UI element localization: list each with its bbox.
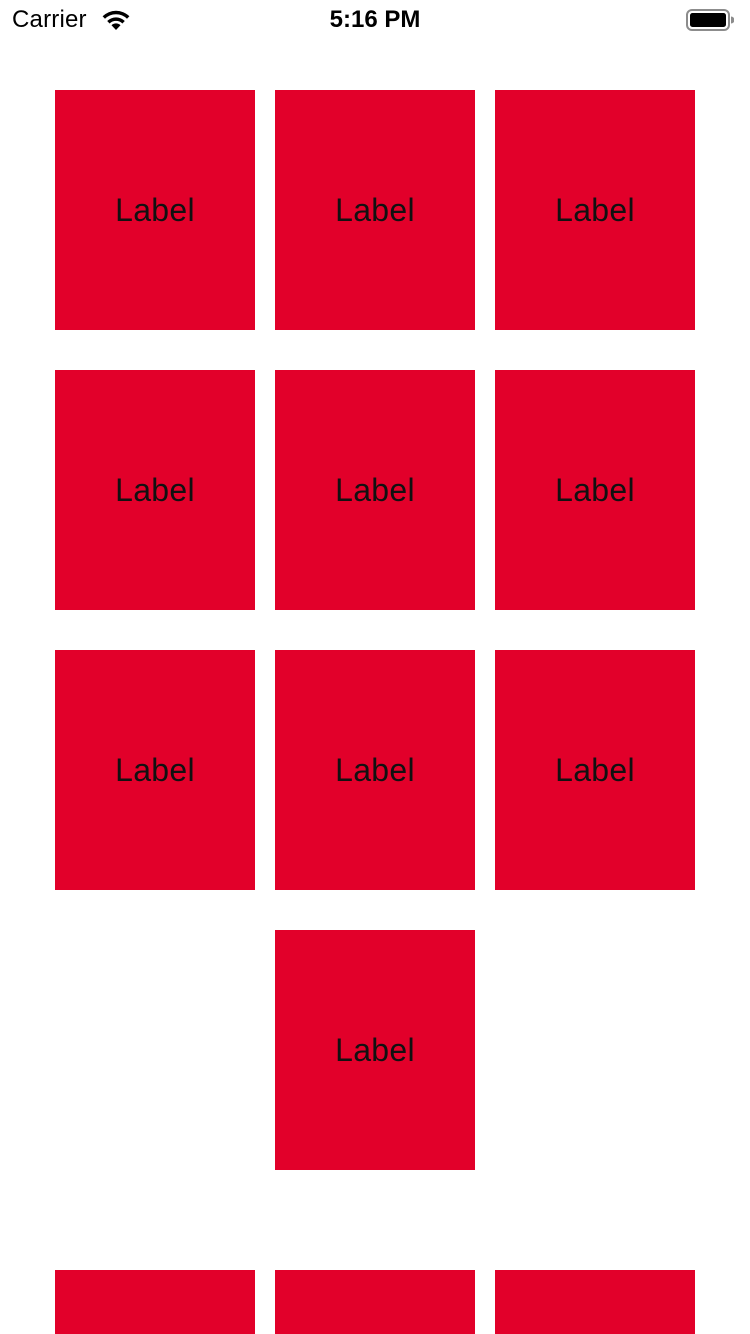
grid-cell[interactable]: Label [495, 370, 695, 610]
cell-label: Label [335, 192, 415, 228]
grid-cell[interactable]: Label [495, 650, 695, 890]
status-bar: Carrier 5:16 PM [0, 0, 750, 40]
app-screen: Carrier 5:16 PM Label Label Label Label [0, 0, 750, 1334]
grid-cell[interactable]: Label [275, 930, 475, 1170]
cell-label: Label [115, 192, 195, 228]
cell-label: Label [335, 752, 415, 788]
cell-label: Label [555, 192, 635, 228]
grid-cell[interactable]: Label [275, 90, 475, 330]
cell-label: Label [115, 752, 195, 788]
grid-cell[interactable] [275, 1270, 475, 1334]
grid-cell[interactable] [495, 1270, 695, 1334]
cell-label: Label [555, 752, 635, 788]
cell-label: Label [115, 472, 195, 508]
grid-cell[interactable]: Label [55, 370, 255, 610]
cell-label: Label [555, 472, 635, 508]
status-time: 5:16 PM [329, 6, 421, 33]
grid-cell[interactable]: Label [55, 90, 255, 330]
battery-icon [686, 9, 735, 31]
grid-cell[interactable] [55, 1270, 255, 1334]
cell-label: Label [335, 472, 415, 508]
grid-cell[interactable]: Label [275, 370, 475, 610]
grid-cell[interactable]: Label [55, 650, 255, 890]
grid-cell[interactable]: Label [275, 650, 475, 890]
grid-cell[interactable]: Label [495, 90, 695, 330]
cell-label: Label [335, 1032, 415, 1068]
